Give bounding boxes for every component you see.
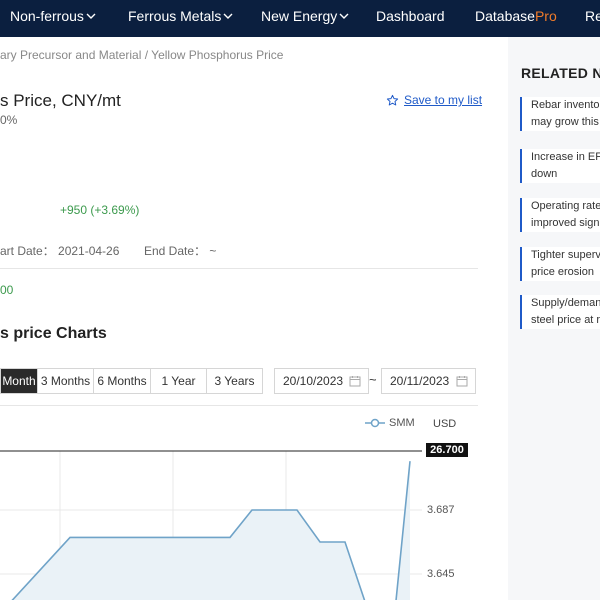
- chart-legend[interactable]: SMM: [365, 417, 415, 429]
- chart-unit: USD: [433, 418, 457, 430]
- related-news-item[interactable]: Operating rate improved sign: [520, 198, 600, 232]
- related-news-item[interactable]: Tighter superv price erosion: [520, 247, 600, 281]
- nav-item-ferrous-metals[interactable]: Ferrous Metals: [128, 8, 233, 24]
- tab-3-years[interactable]: 3 Years: [207, 369, 262, 393]
- related-news-item[interactable]: Rebar inventor may grow this: [520, 97, 600, 131]
- related-news-panel: RELATED NE Rebar inventor may grow this …: [508, 37, 600, 600]
- current-value-badge: 26.700: [426, 443, 468, 457]
- start-date: art Date： 2021-04-26: [0, 244, 120, 258]
- news-line: Increase in EF: [531, 151, 600, 163]
- legend-line-marker-icon: [365, 418, 385, 428]
- news-line: improved sign: [531, 217, 600, 229]
- date-to-input[interactable]: 20/11/2023: [381, 368, 476, 394]
- related-news-title: RELATED NE: [521, 65, 600, 81]
- price-chart[interactable]: [0, 406, 480, 600]
- percent-fragment: 0%: [0, 113, 18, 127]
- tab-month[interactable]: Month: [1, 369, 38, 393]
- chevron-down-icon: [86, 13, 96, 19]
- news-line: Supply/deman: [531, 297, 600, 309]
- news-line: Operating rate: [531, 200, 600, 212]
- tab-6-months[interactable]: 6 Months: [94, 369, 151, 393]
- nav-item-dashboard[interactable]: Dashboard: [376, 8, 445, 24]
- end-date: End Date： ~: [144, 244, 217, 258]
- date-from-input[interactable]: 20/10/2023: [274, 368, 369, 394]
- nav-item-database-pro[interactable]: DatabasePro: [475, 8, 557, 24]
- charts-title: s price Charts: [0, 325, 107, 342]
- nav-item-non-ferrous[interactable]: Non-ferrous: [10, 8, 96, 24]
- news-line: down: [531, 168, 558, 180]
- price-change: +950 (+3.69%): [60, 203, 140, 217]
- nav-item-new-energy[interactable]: New Energy: [261, 8, 349, 24]
- nav-label: New Energy: [261, 8, 338, 24]
- chevron-down-icon: [223, 13, 233, 19]
- nav-label-database: Database: [475, 8, 535, 24]
- date-from-value: 20/10/2023: [283, 374, 344, 388]
- calendar-icon: [456, 376, 468, 387]
- save-to-list-link[interactable]: Save to my list: [386, 93, 482, 107]
- tab-1-year[interactable]: 1 Year: [151, 369, 207, 393]
- news-line: Rebar inventor: [531, 99, 600, 111]
- chevron-down-icon: [339, 13, 349, 19]
- news-line: steel price at r: [531, 314, 600, 326]
- value-fragment: 00: [0, 283, 14, 297]
- nav-label: Re: [585, 8, 600, 24]
- range-tabs: Month 3 Months 6 Months 1 Year 3 Years: [0, 368, 263, 394]
- calendar-icon: [349, 376, 361, 387]
- save-to-list-label: Save to my list: [404, 93, 483, 107]
- legend-label: SMM: [389, 417, 415, 429]
- date-separator: ~: [369, 372, 377, 387]
- related-news-item[interactable]: Increase in EF down: [520, 149, 600, 183]
- tab-3-months[interactable]: 3 Months: [38, 369, 94, 393]
- top-nav: Non-ferrous Ferrous Metals New Energy Da…: [0, 0, 600, 37]
- nav-item-re[interactable]: Re: [585, 8, 600, 24]
- date-to-value: 20/11/2023: [390, 374, 450, 388]
- related-news-item[interactable]: Supply/deman steel price at r: [520, 295, 600, 329]
- nav-label: Dashboard: [376, 8, 445, 24]
- nav-label: Non-ferrous: [10, 8, 84, 24]
- star-icon: [386, 94, 399, 105]
- y-tick-label: 3.687: [427, 504, 455, 516]
- nav-label-pro: Pro: [534, 8, 557, 24]
- news-line: Tighter superv: [531, 249, 600, 261]
- nav-label: Ferrous Metals: [128, 8, 222, 24]
- news-line: may grow this: [531, 116, 599, 128]
- breadcrumb: ary Precursor and Material / Yellow Phos…: [0, 48, 284, 62]
- y-tick-label: 3.645: [427, 568, 455, 580]
- divider: [0, 268, 478, 269]
- page-title: s Price, CNY/mt: [0, 91, 121, 110]
- news-line: price erosion: [531, 266, 594, 278]
- series-area-smm: [0, 461, 410, 600]
